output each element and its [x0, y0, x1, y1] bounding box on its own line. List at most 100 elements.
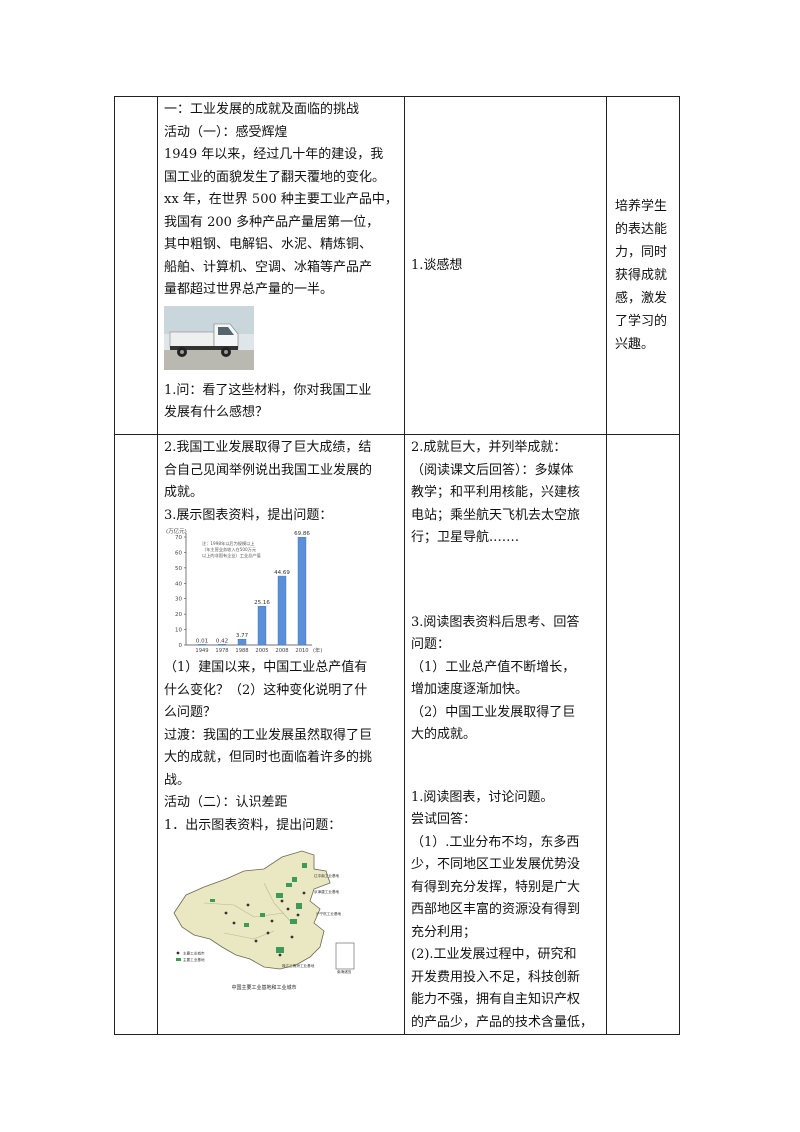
- text-line: 少，不同地区工业发展优势没: [411, 857, 581, 872]
- text-line: 感，激发: [615, 291, 668, 306]
- text-line: 获得成就: [615, 268, 668, 283]
- text-line: 3.展示图表资料，提出问题：: [164, 507, 333, 523]
- bar-value-label: 69.86: [294, 531, 310, 537]
- bar: [257, 605, 267, 646]
- text-line: （2）中国工业发展取得了巨: [411, 704, 576, 720]
- text-line: 大的成就。: [411, 727, 477, 742]
- map-legend-item: 主要工业基地: [183, 957, 205, 962]
- bar-value-label: 0.01: [196, 638, 208, 644]
- text-line: 活动（二）：认识差距: [164, 795, 288, 810]
- x-tick-label: 1978: [215, 648, 228, 654]
- y-tick-label: 10: [175, 628, 182, 634]
- text-line: 充分利用；: [411, 924, 477, 940]
- china-industry-map: 辽中南工业基地 京津唐工业基地 沪宁杭工业基地 珠江三角洲工业基地 南海诸岛 主…: [164, 843, 364, 993]
- text-line: 船舶、计算机、空调、冰箱等产品产: [164, 259, 373, 275]
- y-tick-label: 70: [175, 535, 182, 541]
- text-line: 什么变化？（2）这种变化说明了什: [164, 682, 368, 698]
- text-line: 过渡：我国的工业发展虽然取得了巨: [164, 727, 373, 743]
- text-line: （1）建国以来，中国工业总产值有: [164, 660, 368, 675]
- row2-col3-c: 1.阅读图表，讨论问题。 尝试回答： （1）.工业分布不均，东多西 少，不同地区…: [411, 787, 602, 1035]
- map-region-label: 珠江三角洲工业基地: [282, 963, 315, 968]
- text-line: 活动（一）：感受辉煌: [164, 124, 288, 140]
- industrial-output-chart: 0 10 20 30 40 50 60 70 (万亿元) 注：1998年以后为规模以上 （年主营业务…: [164, 527, 334, 655]
- text-line: 了学习的: [615, 314, 668, 329]
- text-line: 1.谈感想: [411, 258, 463, 274]
- row2-col2-a: 2.我国工业发展取得了巨大成绩，结 合自己见闻举例说出我国工业发展的 成就。 3…: [164, 437, 400, 527]
- x-tick-label: 2010: [295, 648, 308, 654]
- y-tick-label: 30: [175, 597, 182, 603]
- map-caption: 中国主要工业基地和工业城市: [231, 984, 296, 991]
- text-line: 1．出示图表资料，提出问题：: [164, 817, 342, 833]
- row1-teacher-cell: 一：工业发展的成就及面临的挑战 活动（一）：感受辉煌 1949 年以来，经过几十…: [157, 96, 405, 435]
- text-line: xx 年，在世界 500 种主要工业产品中，: [164, 192, 398, 207]
- text-line: 1.问：看了这些材料，你对我国工业: [164, 382, 372, 398]
- text-line: 尝试回答：: [411, 812, 477, 827]
- text-line: (2).工业发展过程中，研究和: [411, 947, 577, 962]
- bar-value-label: 3.77: [236, 633, 249, 639]
- row1-purpose-cell: 培养学生 的表达能 力，同时 获得成就 感，激发 了学习的 兴趣。: [606, 96, 680, 435]
- bar-value-label: 0.42: [216, 638, 228, 644]
- text-line: 教学；和平利用核能，兴建核: [411, 485, 581, 500]
- map-region-label: 辽中南工业基地: [314, 873, 340, 878]
- text-line: （1）.工业分布不均，东多西: [411, 834, 580, 850]
- x-axis-unit: (年): [313, 646, 322, 654]
- text-line: 发展有什么感想？: [164, 405, 269, 420]
- text-line: （阅读课文后回答）：多媒体: [411, 462, 574, 478]
- row2-teacher-cell: 2.我国工业发展取得了巨大成绩，结 合自己见闻举例说出我国工业发展的 成就。 3…: [157, 434, 405, 1035]
- bar-value-label: 25.16: [254, 600, 270, 606]
- y-tick-label: 50: [175, 566, 182, 572]
- chart-note-line: 以上的非国有企业）工业总产值: [202, 552, 261, 559]
- text-line: 一：工业发展的成就及面临的挑战: [164, 102, 360, 117]
- text-line: 增加速度逐渐加快。: [411, 682, 529, 697]
- y-tick-label: 20: [175, 612, 182, 618]
- chart-note-line: 注：1998年以后为规模以上: [202, 540, 255, 547]
- x-tick-label: 2008: [275, 648, 288, 654]
- text-line: 我国有 200 多种产品产量居第一位，: [164, 214, 380, 230]
- row1-col1: [114, 96, 158, 435]
- text-line: 开发费用投入不足，科技创新: [411, 969, 581, 985]
- x-tick-label: 1988: [235, 648, 248, 654]
- bar: [297, 537, 307, 646]
- row2-student-cell: 2.成就巨大，并列举成就： （阅读课文后回答）：多媒体 教学；和平利用核能，兴建…: [404, 434, 607, 1035]
- row2-col1: [114, 434, 158, 1035]
- text-line: 的表达能: [615, 222, 668, 237]
- map-region-label: 沪宁杭工业基地: [316, 911, 342, 916]
- x-tick-label: 1949: [195, 648, 208, 654]
- row1-question: 1.问：看了这些材料，你对我国工业 发展有什么感想？: [164, 380, 400, 425]
- text-line: 合自己见闻举例说出我国工业发展的: [164, 462, 373, 478]
- text-line: 的产品少，产品的技术含量低，: [411, 1014, 594, 1030]
- y-tick-label: 40: [175, 581, 182, 587]
- text-line: 量都超过世界总产量的一半。: [164, 282, 334, 297]
- text-line: 西部地区丰富的资源没有得到: [411, 902, 581, 917]
- text-line: 战。: [164, 772, 191, 788]
- text-line: 1949 年以来，经过几十年的建设，我: [164, 147, 384, 162]
- text-line: 行；卫星导航.……: [411, 530, 520, 545]
- x-tick-label: 2005: [255, 648, 268, 654]
- row2-col3-a: 2.成就巨大，并列举成就： （阅读课文后回答）：多媒体 教学；和平利用核能，兴建…: [411, 437, 602, 550]
- y-axis-unit: (万亿元): [166, 527, 187, 535]
- text-line: 兴趣。: [615, 337, 655, 352]
- row1-student-cell: 1.谈感想: [404, 96, 607, 435]
- table-row: 一：工业发展的成就及面临的挑战 活动（一）：感受辉煌 1949 年以来，经过几十…: [114, 96, 680, 435]
- bar: [217, 644, 227, 646]
- row2-purpose-cell: [606, 434, 680, 1035]
- map-region-label: 京津唐工业基地: [314, 889, 340, 894]
- text-line: 2.成就巨大，并列举成就：: [411, 440, 567, 455]
- text-line: （1）工业总产值不断增长，: [411, 659, 576, 675]
- text-line: 成就。: [164, 485, 204, 500]
- row2-col3-b: 3.阅读图表资料后思考、回答 问题： （1）工业总产值不断增长， 增加速度逐渐加…: [411, 612, 602, 747]
- text-line: 2.我国工业发展取得了巨大成绩，结: [164, 440, 372, 455]
- bar: [277, 575, 287, 646]
- truck-photo: [164, 305, 254, 370]
- y-tick-label: 0: [179, 643, 183, 649]
- text-line: 有得到充分发挥，特别是广大: [411, 879, 581, 895]
- text-line: 问题：: [411, 637, 451, 652]
- text-line: 么问题？: [164, 705, 217, 720]
- text-line: 力，同时: [615, 245, 668, 260]
- text-line: 培养学生: [615, 199, 668, 214]
- table-row: 2.我国工业发展取得了巨大成绩，结 合自己见闻举例说出我国工业发展的 成就。 3…: [114, 434, 680, 1035]
- lesson-plan-table: 一：工业发展的成就及面临的挑战 活动（一）：感受辉煌 1949 年以来，经过几十…: [114, 96, 680, 1035]
- y-tick-label: 60: [175, 550, 182, 556]
- bar: [237, 638, 247, 646]
- text-line: 电站；乘坐航天飞机去太空旅: [411, 507, 581, 523]
